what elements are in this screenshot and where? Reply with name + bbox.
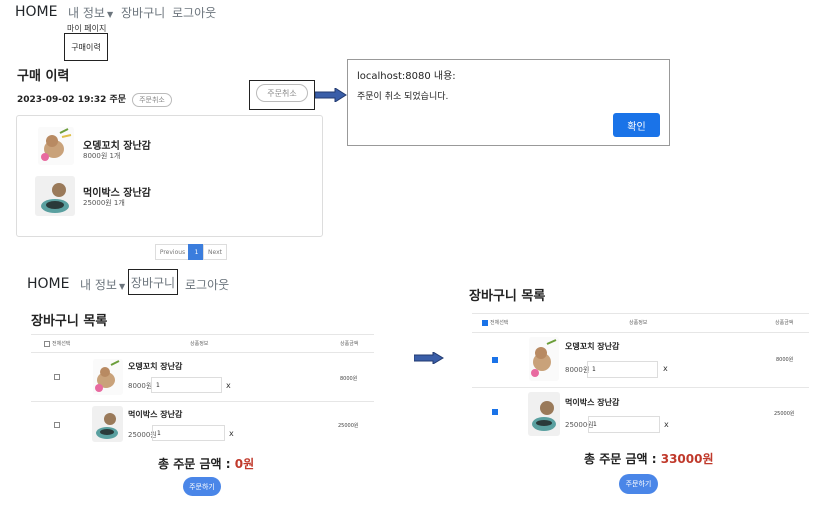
product-price-qty: 25000원 1개 bbox=[83, 199, 125, 207]
arrow-right-icon bbox=[314, 87, 347, 106]
order-total-label: 총 주문 금액 : bbox=[158, 457, 231, 471]
header-amount: 상품금액 bbox=[340, 341, 359, 347]
nav-cart[interactable]: 장바구니 bbox=[128, 269, 178, 295]
alert-origin: localhost:8080 내용: bbox=[357, 71, 456, 82]
quantity-input[interactable]: 1 bbox=[152, 425, 225, 441]
order-date: 2023-09-02 19:32 주문 bbox=[17, 95, 127, 105]
nav-home[interactable]: HOME bbox=[15, 4, 57, 20]
row-checkbox[interactable] bbox=[492, 409, 498, 415]
row-checkbox[interactable] bbox=[54, 374, 60, 380]
header-amount: 상품금액 bbox=[775, 320, 794, 326]
product-price: 8000원 bbox=[565, 366, 590, 374]
product-name: 먹이박스 장난감 bbox=[128, 410, 183, 419]
table-divider bbox=[31, 352, 374, 353]
row-checkbox[interactable] bbox=[54, 422, 60, 428]
quantity-input[interactable]: 1 bbox=[151, 377, 222, 393]
product-thumbnail-image bbox=[92, 406, 123, 442]
remove-item-button[interactable]: x bbox=[229, 429, 234, 438]
cart-title: 장바구니 목록 bbox=[31, 314, 108, 329]
caret-down-icon: ▼ bbox=[106, 10, 114, 19]
nav-my-info-label: 내 정보 bbox=[80, 278, 117, 292]
select-all[interactable]: 전체선택 bbox=[44, 340, 70, 347]
order-total: 총 주문 금액 : 0원 bbox=[158, 455, 254, 472]
product-thumbnail-image bbox=[528, 392, 560, 436]
product-name: 먹이박스 장난감 bbox=[83, 188, 151, 199]
row-amount: 8000원 bbox=[776, 357, 794, 363]
row-amount: 8000원 bbox=[340, 376, 358, 382]
remove-item-button[interactable]: x bbox=[226, 381, 231, 390]
nav-logout[interactable]: 로그아웃 bbox=[185, 276, 229, 293]
caret-down-icon: ▼ bbox=[118, 282, 126, 291]
dropdown-purchase-history[interactable]: 구매이력 bbox=[64, 33, 108, 61]
history-title: 구매 이력 bbox=[17, 69, 70, 84]
product-name: 오뎅꼬치 장난감 bbox=[128, 362, 183, 371]
remove-item-button[interactable]: x bbox=[663, 364, 668, 373]
order-total-value: 33000원 bbox=[660, 452, 714, 466]
checkbox-icon[interactable] bbox=[482, 319, 488, 326]
quantity-input[interactable]: 1 bbox=[587, 361, 658, 378]
product-thumbnail-image bbox=[38, 127, 74, 165]
nav-home[interactable]: HOME bbox=[27, 276, 69, 292]
cart-title: 장바구니 목록 bbox=[469, 289, 546, 304]
nav-my-info-label: 내 정보 bbox=[68, 6, 105, 20]
order-total-value: 0원 bbox=[234, 457, 255, 471]
table-divider bbox=[472, 313, 809, 314]
product-name: 오뎅꼬치 장난감 bbox=[83, 141, 151, 152]
header-product: 상품정보 bbox=[629, 320, 648, 326]
order-button[interactable]: 주문하기 bbox=[619, 474, 658, 494]
order-total: 총 주문 금액 : 33000원 bbox=[584, 450, 714, 467]
remove-item-button[interactable]: x bbox=[664, 420, 669, 429]
cancel-order-small-button[interactable]: 주문취소 bbox=[132, 93, 172, 107]
table-divider bbox=[472, 387, 809, 388]
product-price-qty: 8000원 1개 bbox=[83, 152, 121, 160]
nav-my-info[interactable]: 내 정보 ▼ bbox=[68, 4, 113, 21]
nav-logout[interactable]: 로그아웃 bbox=[172, 4, 216, 21]
select-all-label: 전체선택 bbox=[490, 320, 509, 326]
product-thumbnail-image bbox=[93, 359, 123, 395]
row-amount: 25000원 bbox=[774, 411, 795, 417]
table-divider bbox=[472, 332, 809, 333]
quantity-input[interactable]: 1 bbox=[588, 416, 660, 433]
header-product: 상품정보 bbox=[190, 341, 209, 347]
table-divider bbox=[31, 334, 374, 335]
nav-my-info[interactable]: 내 정보 ▼ bbox=[80, 276, 125, 293]
order-button[interactable]: 주문하기 bbox=[183, 477, 221, 496]
product-name: 먹이박스 장난감 bbox=[565, 398, 620, 407]
product-name: 오뎅꼬치 장난감 bbox=[565, 342, 620, 351]
row-checkbox[interactable] bbox=[492, 357, 498, 363]
product-thumbnail-image bbox=[529, 337, 559, 381]
row-amount: 25000원 bbox=[338, 423, 359, 429]
cancel-order-button[interactable]: 주문취소 bbox=[256, 84, 308, 102]
table-divider bbox=[31, 401, 374, 402]
pagination-previous[interactable]: Previous bbox=[155, 244, 190, 260]
arrow-right-icon bbox=[413, 349, 444, 368]
alert-message: 주문이 취소 되었습니다. bbox=[357, 92, 449, 102]
checkbox-icon[interactable] bbox=[44, 340, 50, 347]
order-total-label: 총 주문 금액 : bbox=[584, 452, 657, 466]
product-price: 8000원 bbox=[128, 382, 153, 390]
product-thumbnail-image bbox=[35, 176, 75, 216]
select-all[interactable]: 전체선택 bbox=[482, 319, 508, 326]
pagination-next[interactable]: Next bbox=[203, 244, 227, 260]
alert-confirm-button[interactable]: 확인 bbox=[613, 113, 660, 137]
nav-cart[interactable]: 장바구니 bbox=[121, 4, 165, 21]
select-all-label: 전체선택 bbox=[52, 341, 71, 347]
